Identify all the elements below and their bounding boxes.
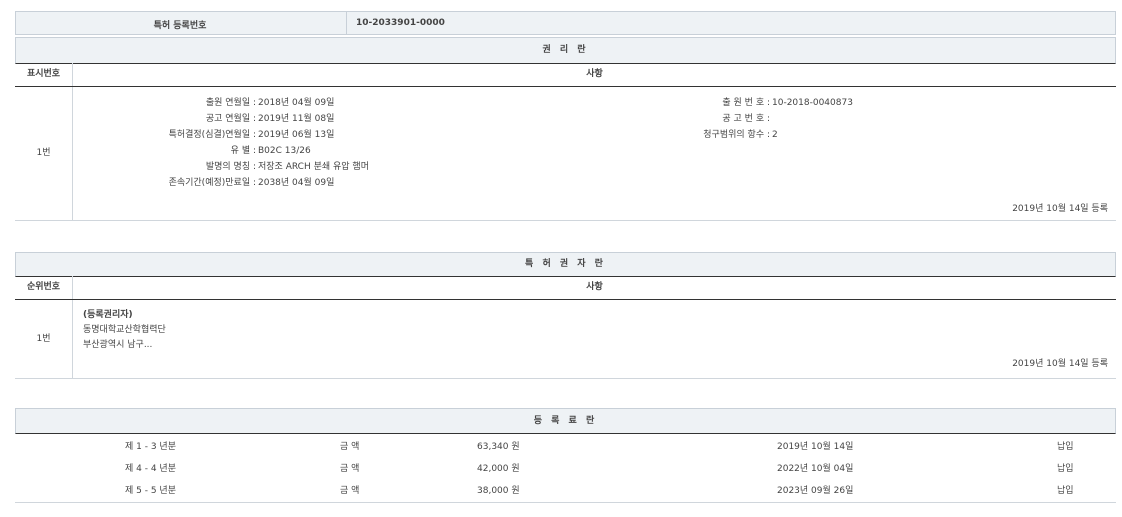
fee-amount-label: 금 액 — [340, 461, 359, 474]
fee-status: 납입 — [1057, 439, 1074, 452]
holders-col-index: 순위번호 — [15, 276, 73, 299]
field-row: 공 고 번 호 : — [575, 111, 772, 124]
fee-date: 2019년 10월 14일 — [777, 439, 853, 452]
fee-amount: 42,000 원 — [477, 461, 520, 474]
fee-period: 제 1 - 3 년분 — [125, 439, 176, 452]
holders-row: 1번 (등록권리자) 동명대학교산학협력단 부산광역시 남구... 2019년 … — [15, 300, 1116, 379]
fees-title: 등 록 료 란 — [15, 408, 1116, 434]
fee-amount: 63,340 원 — [477, 439, 520, 452]
rights-col-index: 표시번호 — [15, 63, 73, 86]
rights-title: 권 리 란 — [15, 37, 1116, 64]
holders-column-header: 순위번호 사항 — [15, 276, 1116, 300]
holders-registered-date: 2019년 10월 14일 등록 — [1012, 356, 1108, 369]
rights-row: 1번 출원 연월일 :2018년 04월 09일 공고 연월일 :2019년 1… — [15, 87, 1116, 221]
rights-registered-date: 2019년 10월 14일 등록 — [1012, 201, 1108, 214]
patent-number-value: 10-2033901-0000 — [356, 18, 445, 28]
rights-column-header: 표시번호 사항 — [15, 63, 1116, 87]
field-row: 발명의 명칭 :저장조 ARCH 분쇄 유압 햄머 — [73, 159, 369, 172]
fee-amount: 38,000 원 — [477, 483, 520, 496]
field-row: 공고 연월일 :2019년 11월 08일 — [73, 111, 334, 124]
field-row: 출원 연월일 :2018년 04월 09일 — [73, 95, 334, 108]
holder-address: 부산광역시 남구... — [83, 337, 152, 350]
fee-date: 2022년 10월 04일 — [777, 461, 853, 474]
patent-number-label: 특허 등록번호 — [16, 18, 344, 31]
fee-status: 납입 — [1057, 461, 1074, 474]
holders-section: 특 허 권 자 란 순위번호 사항 1번 (등록권리자) 동명대학교산학협력단 … — [15, 252, 1116, 379]
patent-number-header: 특허 등록번호 10-2033901-0000 — [15, 11, 1116, 35]
field-row: 존속기간(예정)만료일 :2038년 04월 09일 — [73, 175, 334, 188]
fee-amount-label: 금 액 — [340, 483, 359, 496]
fee-date: 2023년 09월 26일 — [777, 483, 853, 496]
holder-name: 동명대학교산학협력단 — [83, 322, 166, 335]
rights-section: 권 리 란 표시번호 사항 1번 출원 연월일 :2018년 04월 09일 공… — [15, 37, 1116, 221]
fee-period: 제 4 - 4 년분 — [125, 461, 176, 474]
field-row: 유 별 :B02C 13/26 — [73, 143, 311, 156]
fee-period: 제 5 - 5 년분 — [125, 483, 176, 496]
holders-title: 특 허 권 자 란 — [15, 252, 1116, 277]
fees-section: 등 록 료 란 제 1 - 3 년분 금 액 63,340 원 2019년 10… — [15, 408, 1116, 503]
rights-row-index: 1번 — [15, 87, 73, 220]
field-row: 출 원 번 호 :10-2018-0040873 — [575, 95, 853, 108]
rights-col-content: 사항 — [73, 63, 1116, 86]
fee-row: 제 4 - 4 년분 금 액 42,000 원 2022년 10월 04일 납입 — [15, 457, 1116, 477]
holders-col-content: 사항 — [73, 276, 1116, 299]
fee-amount-label: 금 액 — [340, 439, 359, 452]
fee-row: 제 1 - 3 년분 금 액 63,340 원 2019년 10월 14일 납입 — [15, 435, 1116, 455]
field-row: 청구범위의 항수 :2 — [575, 127, 778, 140]
fee-row: 제 5 - 5 년분 금 액 38,000 원 2023년 09월 26일 납입 — [15, 479, 1116, 499]
holder-type: (등록권리자) — [83, 307, 133, 320]
holders-row-index: 1번 — [15, 300, 73, 378]
field-row: 특허결정(심결)연월일 :2019년 06월 13일 — [73, 127, 334, 140]
fee-status: 납입 — [1057, 483, 1074, 496]
